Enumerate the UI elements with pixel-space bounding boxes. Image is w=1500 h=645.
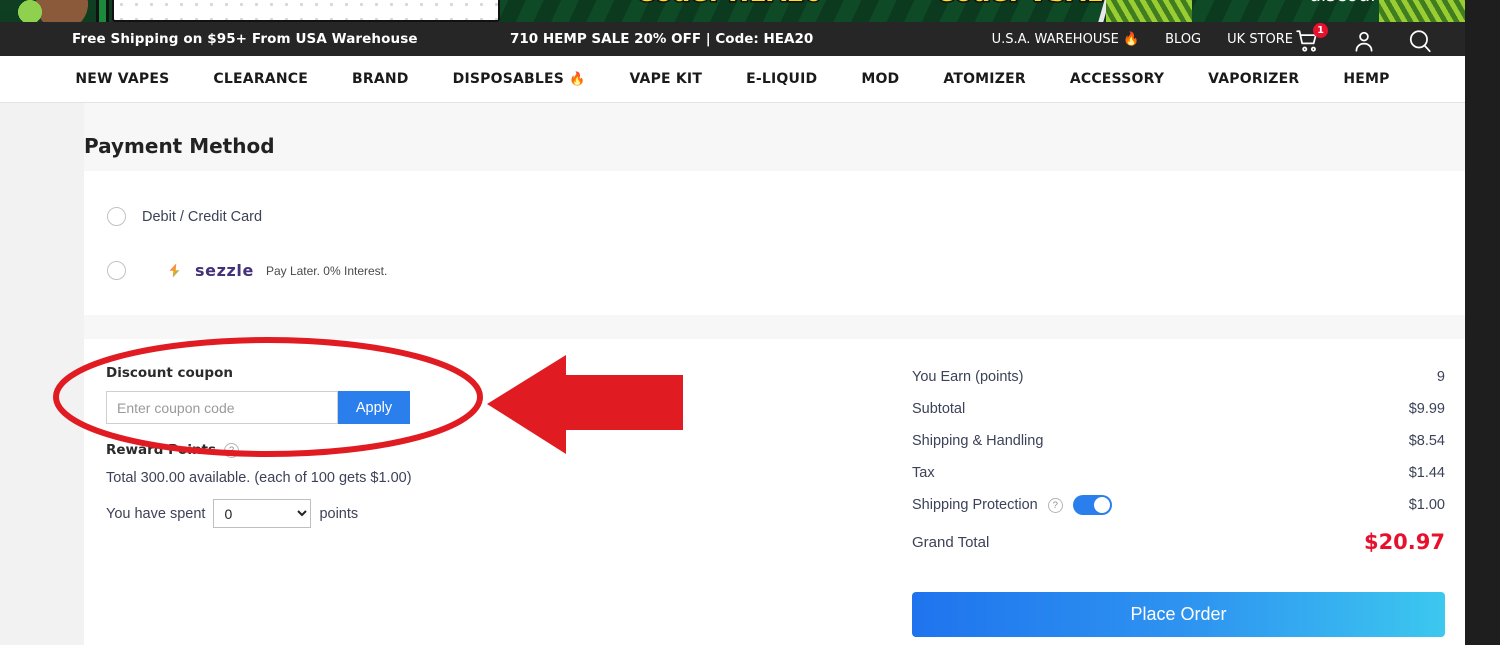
summary-row-label: Shipping Protection (912, 497, 1038, 513)
summary-row-label: You Earn (points) (912, 369, 1024, 385)
cart-count-badge: 1 (1313, 23, 1328, 38)
coupon-and-summary-card: Discount coupon Apply Reward Points ? To… (84, 339, 1465, 645)
sezzle-logo-icon (169, 263, 180, 278)
nav-item-label: NEW VAPES (75, 71, 170, 87)
nav-item-e-liquid[interactable]: E-LIQUID (724, 71, 839, 87)
nav-item-clearance[interactable]: CLEARANCE (191, 71, 330, 87)
cart-icon[interactable]: 1 (1295, 23, 1328, 54)
nav-item-disposables[interactable]: DISPOSABLES 🔥 (431, 71, 608, 87)
summary-row-shipping-handling: Shipping & Handling $8.54 (912, 425, 1445, 457)
main-navigation: NEW VAPES CLEARANCE BRAND DISPOSABLES 🔥 … (0, 56, 1465, 103)
nav-item-label: VAPE KIT (629, 71, 703, 87)
nav-item-label: CLEARANCE (213, 71, 308, 87)
coupon-form: Apply (106, 391, 410, 424)
discount-coupon-label: Discount coupon (106, 365, 233, 381)
topbar-icons: 1 (1295, 23, 1433, 54)
summary-row-grand-total: Grand Total $20.97 (912, 521, 1445, 563)
apply-coupon-button[interactable]: Apply (338, 391, 410, 424)
radio-icon[interactable] (107, 261, 126, 280)
payment-option-label: Debit / Credit Card (142, 208, 263, 225)
nav-item-accessory[interactable]: ACCESSORY (1048, 71, 1186, 87)
summary-row-label: Subtotal (912, 401, 966, 417)
promo-banner-strip[interactable]: Code: HEA20 Code: VSA16 discounts) (0, 0, 1465, 22)
sezzle-wordmark: sezzle (195, 261, 254, 280)
flame-icon: 🔥 (569, 71, 586, 87)
nav-item-brand[interactable]: BRAND (330, 71, 431, 87)
promo-character-art (0, 0, 112, 22)
summary-row-value: $1.44 (1408, 465, 1445, 481)
nav-item-label: BRAND (352, 71, 409, 87)
nav-item-label: ACCESSORY (1069, 71, 1165, 87)
promo-leaf-art-1 (1106, 0, 1192, 22)
reward-points-select[interactable]: 0 (213, 499, 312, 528)
summary-row-subtotal: Subtotal $9.99 (912, 393, 1445, 425)
top-announcement-bar: Free Shipping on $95+ From USA Warehouse… (0, 22, 1465, 56)
free-shipping-text: Free Shipping on $95+ From USA Warehouse (72, 31, 418, 47)
place-order-button[interactable]: Place Order (912, 592, 1445, 637)
payment-option-card[interactable]: Debit / Credit Card (107, 207, 262, 226)
spend-prefix-label: You have spent (106, 505, 206, 522)
summary-row-value: 9 (1436, 369, 1445, 385)
help-icon[interactable]: ? (224, 442, 240, 458)
summary-row-value: $9.99 (1408, 401, 1445, 417)
checkout-content: Payment Method Debit / Credit Card sezzl… (84, 103, 1465, 645)
topbar-link-blog[interactable]: BLOG (1165, 32, 1201, 47)
promo-code-2: Code: VSA16 (934, 0, 1123, 9)
shipping-protection-toggle[interactable] (1072, 495, 1112, 515)
checkout-page: Code: HEA20 Code: VSA16 discounts) Free … (0, 0, 1500, 645)
grand-total-label: Grand Total (912, 533, 990, 551)
topbar-link-label: U.S.A. WAREHOUSE (991, 32, 1119, 47)
payment-method-card: Debit / Credit Card sezzle Pay Later. 0%… (84, 171, 1465, 315)
promo-code-1: Code: HEA20 (635, 0, 824, 9)
reward-points-label: Reward Points (106, 442, 217, 458)
promo-leaf-art-2 (1379, 0, 1465, 22)
summary-row-you-earn: You Earn (points) 9 (912, 361, 1445, 393)
topbar-link-uk-store[interactable]: UK STORE (1227, 32, 1293, 47)
nav-item-label: E-LIQUID (746, 71, 818, 87)
nav-item-label: HEMP (1343, 71, 1390, 87)
summary-row-label: Tax (912, 465, 935, 481)
reward-points-heading: Reward Points ? (106, 442, 240, 458)
topbar-links: U.S.A. WAREHOUSE 🔥 BLOG UK STORE (992, 32, 1293, 47)
reward-points-spend-row: You have spent 0 points (106, 499, 358, 528)
topbar-link-usa-warehouse[interactable]: U.S.A. WAREHOUSE 🔥 (992, 32, 1140, 47)
page-title: Payment Method (84, 134, 275, 158)
reward-points-available: Total 300.00 available. (each of 100 get… (106, 470, 412, 486)
nav-item-mod[interactable]: MOD (839, 71, 921, 87)
summary-row-tax: Tax $1.44 (912, 457, 1445, 489)
grand-total-value: $20.97 (1363, 530, 1445, 554)
help-icon[interactable]: ? (1047, 497, 1063, 513)
summary-row-value: $1.00 (1408, 497, 1445, 513)
order-summary: You Earn (points) 9 Subtotal $9.99 Shipp… (912, 361, 1445, 563)
account-icon[interactable] (1351, 28, 1377, 54)
nav-item-vape-kit[interactable]: VAPE KIT (607, 71, 724, 87)
summary-row-label: Shipping & Handling (912, 433, 1044, 449)
nav-item-label: DISPOSABLES (452, 71, 565, 87)
spend-suffix-label: points (319, 505, 359, 522)
nav-item-vaporizer[interactable]: VAPORIZER (1186, 71, 1321, 87)
page-right-margin (1465, 0, 1500, 645)
promo-white-panel (112, 0, 500, 22)
nav-item-atomizer[interactable]: ATOMIZER (921, 71, 1047, 87)
coupon-input[interactable] (106, 391, 338, 424)
radio-icon[interactable] (107, 207, 126, 226)
summary-row-value: $8.54 (1408, 433, 1445, 449)
flame-icon: 🔥 (1122, 32, 1140, 47)
nav-item-new-vapes[interactable]: NEW VAPES (53, 71, 191, 87)
hemp-sale-text: 710 HEMP SALE 20% OFF | Code: HEA20 (510, 31, 814, 47)
search-icon[interactable] (1407, 28, 1433, 54)
nav-item-label: VAPORIZER (1208, 71, 1300, 87)
nav-item-hemp[interactable]: HEMP (1321, 71, 1411, 87)
payment-option-sezzle[interactable]: sezzle Pay Later. 0% Interest. (107, 261, 387, 280)
sezzle-tagline: Pay Later. 0% Interest. (265, 263, 388, 278)
nav-item-label: MOD (861, 71, 900, 87)
page-body: Payment Method Debit / Credit Card sezzl… (0, 103, 1465, 645)
summary-row-shipping-protection: Shipping Protection ? $1.00 (912, 489, 1445, 521)
nav-item-label: ATOMIZER (943, 71, 1026, 87)
